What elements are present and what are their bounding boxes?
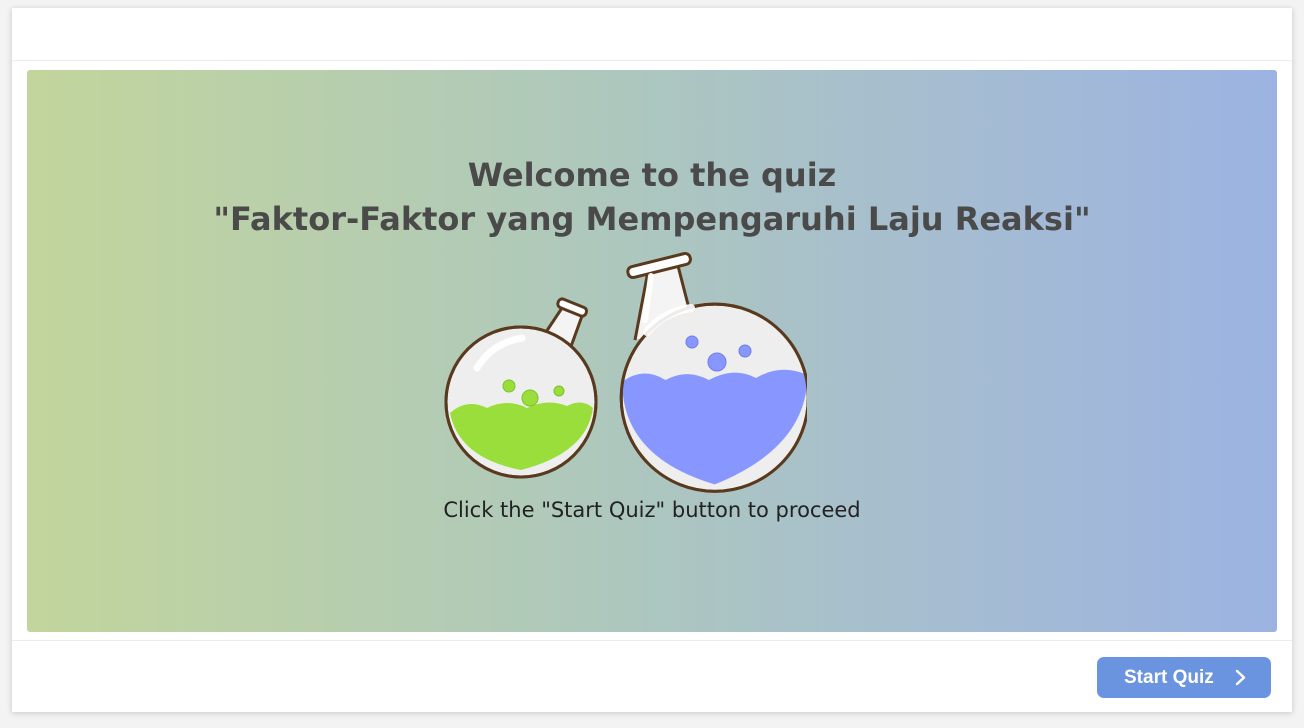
blue-flask [619, 251, 807, 493]
quiz-title-line-1: Welcome to the quiz [467, 156, 837, 194]
chevron-right-icon [1235, 669, 1246, 686]
start-quiz-label: Start Quiz [1124, 666, 1214, 688]
bottom-bar: Start Quiz [12, 640, 1292, 712]
quiz-title-line-2: "Faktor-Faktor yang Mempengaruhi Laju Re… [213, 200, 1091, 238]
chemistry-flasks-icon [444, 251, 807, 493]
quiz-intro-slide: Welcome to the quiz "Faktor-Faktor yang … [27, 70, 1277, 632]
quiz-title: Welcome to the quiz "Faktor-Faktor yang … [27, 153, 1277, 241]
start-hint: Click the "Start Quiz" button to proceed [443, 498, 861, 522]
green-flask [444, 297, 598, 479]
start-quiz-button[interactable]: Start Quiz [1097, 657, 1271, 698]
top-bar [12, 8, 1292, 61]
quiz-player-frame: Welcome to the quiz "Faktor-Faktor yang … [12, 8, 1292, 712]
